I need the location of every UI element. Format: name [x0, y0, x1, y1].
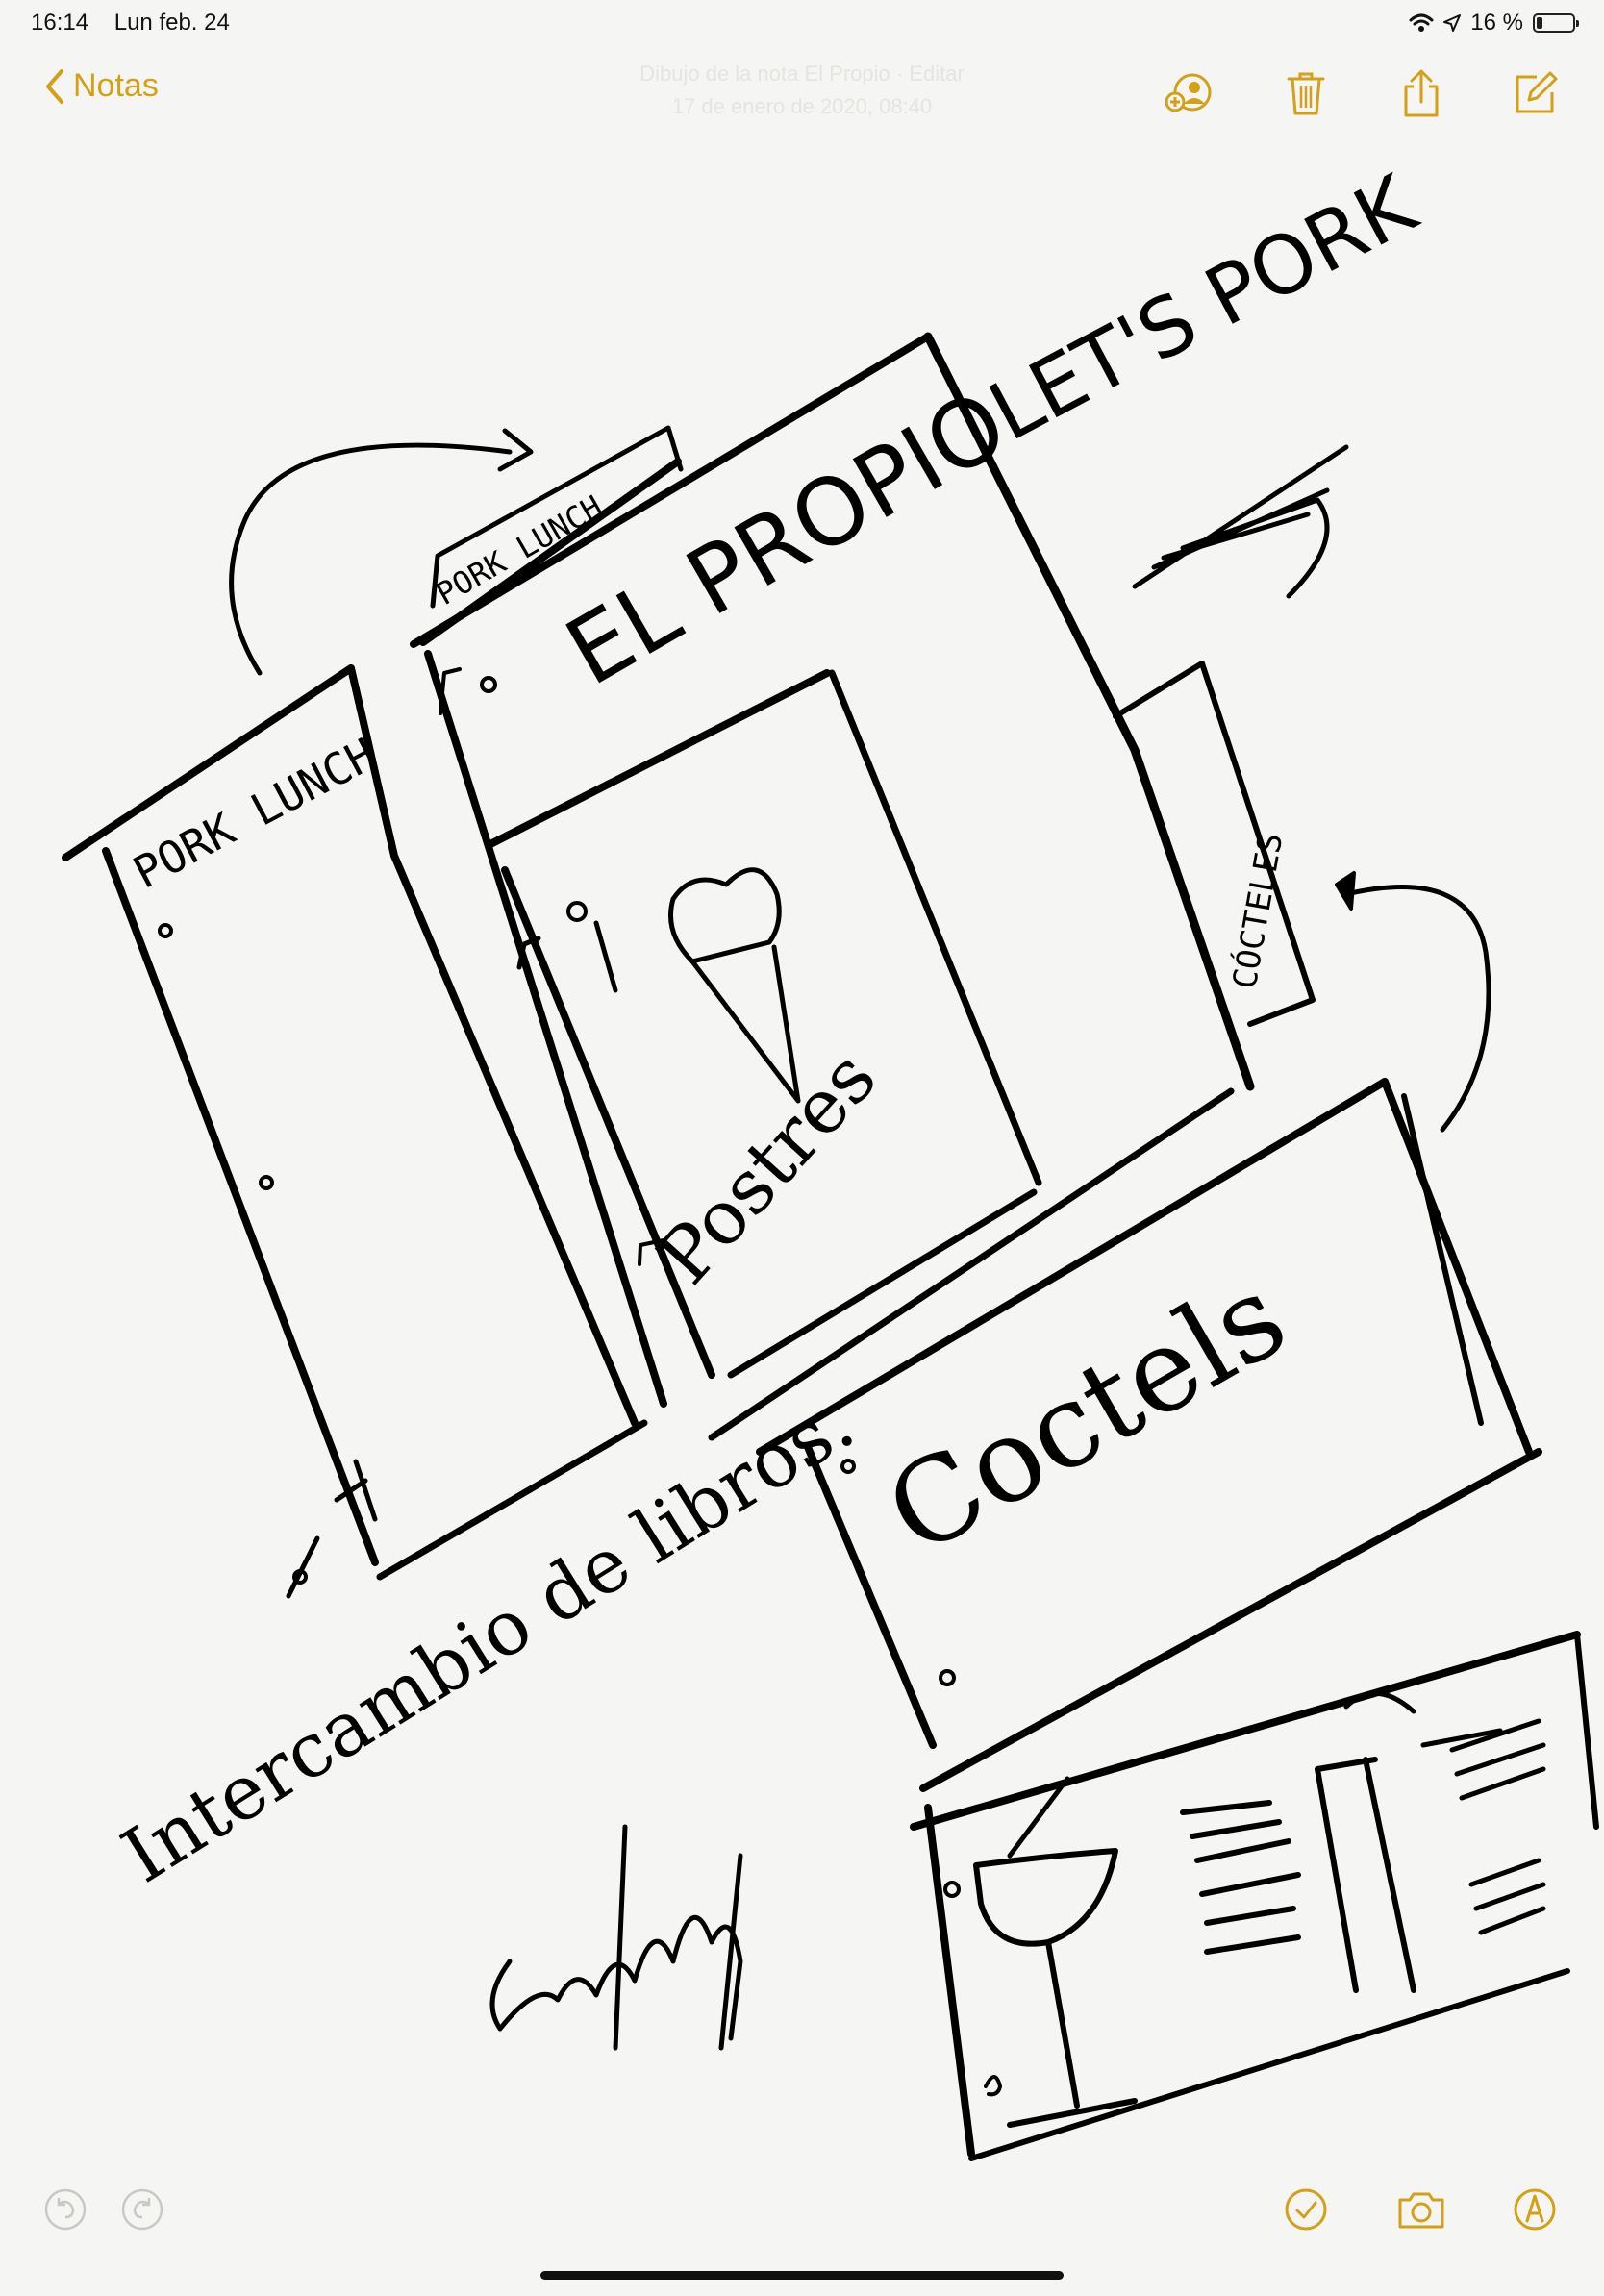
- redo-button[interactable]: [115, 2183, 169, 2236]
- camera-button[interactable]: [1394, 2183, 1448, 2236]
- note-subtitle: 17 de enero de 2020, 08:40: [671, 94, 933, 118]
- compose-icon: [1516, 71, 1558, 113]
- trash-button[interactable]: [1279, 67, 1333, 121]
- compose-button[interactable]: [1508, 67, 1562, 121]
- note-header: Dibujo de la nota El Propio · Editar 17 …: [0, 58, 1604, 123]
- signature: [489, 1824, 743, 2051]
- markup-button[interactable]: [1508, 2183, 1562, 2236]
- add-person-button[interactable]: [1164, 67, 1217, 121]
- status-time: 16:14: [31, 10, 89, 36]
- markup-icon: [1514, 2188, 1556, 2231]
- sketch-canvas[interactable]: PORK LUNCH PORK LUNCH EL PROPIO Postres …: [0, 144, 1604, 2163]
- checklist-button[interactable]: [1279, 2183, 1333, 2236]
- undo-icon: [44, 2188, 87, 2231]
- sketch-cocktails-label: Coctels: [865, 1250, 1308, 1583]
- share-button[interactable]: [1394, 67, 1448, 121]
- sketch-handwritten-note: Intercambio de libros.: [108, 1380, 868, 1900]
- undo-button[interactable]: [38, 2183, 92, 2236]
- curved-arrow-right: [1335, 871, 1491, 1133]
- sketch-handwritten-note-text: Intercambio de libros.: [108, 1380, 868, 1900]
- battery-percent: 16 %: [1470, 10, 1523, 36]
- share-icon: [1404, 69, 1439, 117]
- sketch-menu-page: [910, 1631, 1599, 2161]
- checklist-icon: [1285, 2188, 1327, 2231]
- note-title: Dibujo de la nota El Propio · Editar: [639, 62, 965, 86]
- battery-icon: [1533, 13, 1579, 33]
- navigation-bar: Notas Dibujo de la nota El Propio · Edit…: [0, 58, 1604, 135]
- trash-icon: [1287, 72, 1325, 115]
- sketch-page-3-label: Postres: [641, 1035, 893, 1301]
- status-date: Lun feb. 24: [113, 10, 230, 36]
- sketch-page-1-label: PORK LUNCH: [125, 728, 385, 899]
- heart-icon: [668, 867, 782, 964]
- sketch-lets-pork: LET'S PORK: [974, 157, 1432, 599]
- location-arrow-icon: [1443, 14, 1462, 32]
- camera-icon: [1398, 2192, 1444, 2229]
- add-person-icon: [1165, 73, 1212, 112]
- redo-icon: [121, 2188, 163, 2231]
- home-indicator[interactable]: [540, 2271, 1064, 2280]
- sketch-lets-pork-text: LET'S PORK: [974, 157, 1432, 460]
- wifi-icon: [1409, 13, 1434, 32]
- status-bar: 16:14 Lun feb. 24 16 %: [0, 0, 1604, 44]
